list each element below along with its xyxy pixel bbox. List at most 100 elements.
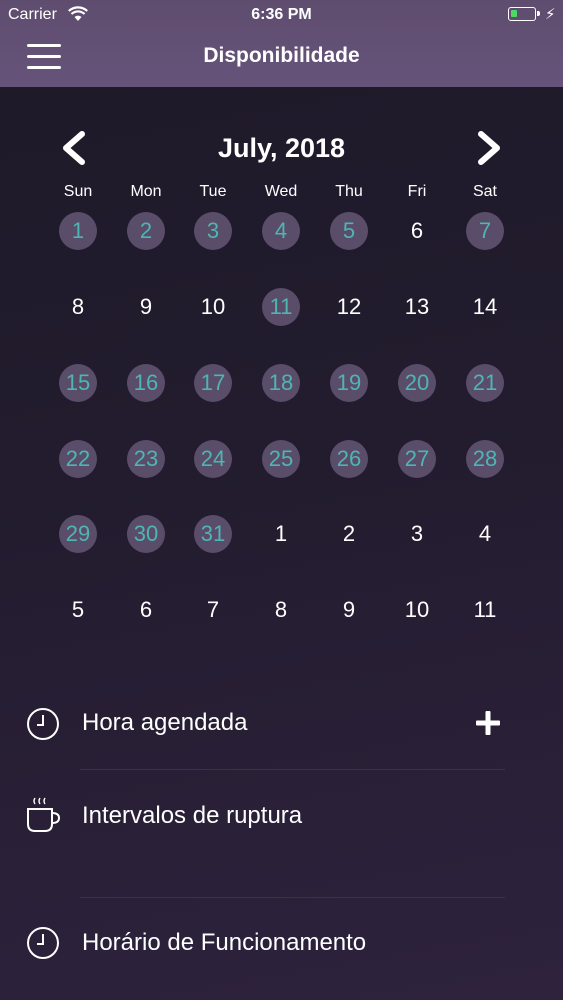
divider <box>80 897 505 898</box>
day-number: 29 <box>65 521 91 546</box>
calendar-day-available[interactable]: 24 <box>179 439 247 479</box>
calendar-day[interactable]: 3 <box>383 514 451 554</box>
day-number: 13 <box>404 294 430 319</box>
calendar-day[interactable]: 5 <box>44 590 112 630</box>
day-number: 4 <box>274 218 288 243</box>
day-number: 31 <box>200 521 226 546</box>
weekday-label: Mon <box>130 183 162 200</box>
weekday-label: Thu <box>335 183 363 200</box>
day-number: 6 <box>410 218 424 243</box>
day-number: 17 <box>200 370 226 395</box>
day-number: 10 <box>404 597 430 622</box>
status-time: 6:36 PM <box>251 6 312 23</box>
plus-icon[interactable] <box>472 707 504 739</box>
day-number: 7 <box>478 218 492 243</box>
calendar-day[interactable]: 2 <box>315 514 383 554</box>
calendar-day[interactable]: 8 <box>44 287 112 327</box>
calendar-day[interactable]: 13 <box>383 287 451 327</box>
day-number: 2 <box>342 521 356 546</box>
weekday-label: Tue <box>199 183 227 200</box>
scheduled-time-label: Hora agendada <box>82 709 248 736</box>
day-number: 5 <box>71 597 85 622</box>
calendar-day[interactable]: 11 <box>451 590 519 630</box>
day-number: 26 <box>336 446 362 471</box>
day-number: 1 <box>71 218 85 243</box>
business-hours-label: Horário de Funcionamento <box>82 929 367 956</box>
calendar-day-available[interactable]: 27 <box>383 439 451 479</box>
calendar-day-available[interactable]: 7 <box>451 211 519 251</box>
day-number: 22 <box>65 446 91 471</box>
business-hours-row[interactable]: Horário de Funcionamento <box>0 919 563 965</box>
day-number: 21 <box>472 370 498 395</box>
page-title: Disponibilidade <box>203 44 360 67</box>
weekday-label: Fri <box>407 183 427 200</box>
calendar-day[interactable]: 6 <box>383 211 451 251</box>
calendar-day-available[interactable]: 17 <box>179 363 247 403</box>
day-number: 28 <box>472 446 498 471</box>
weekday-label: Sat <box>472 183 497 200</box>
day-number: 1 <box>274 521 288 546</box>
calendar-day-available[interactable]: 28 <box>451 439 519 479</box>
day-number: 3 <box>410 521 424 546</box>
day-number: 27 <box>404 446 430 471</box>
calendar-day[interactable]: 1 <box>247 514 315 554</box>
calendar-day[interactable]: 8 <box>247 590 315 630</box>
calendar-day[interactable]: 4 <box>451 514 519 554</box>
day-number: 19 <box>336 370 362 395</box>
calendar-day-available[interactable]: 29 <box>44 514 112 554</box>
calendar-day[interactable]: 10 <box>383 590 451 630</box>
day-number: 8 <box>71 294 85 319</box>
calendar-day-available[interactable]: 25 <box>247 439 315 479</box>
break-intervals-label: Intervalos de ruptura <box>82 802 303 829</box>
calendar-day-available[interactable]: 4 <box>247 211 315 251</box>
day-number: 11 <box>269 294 293 319</box>
day-number: 2 <box>139 218 153 243</box>
calendar-day-available[interactable]: 31 <box>179 514 247 554</box>
calendar-day[interactable]: 12 <box>315 287 383 327</box>
day-number: 23 <box>133 446 159 471</box>
calendar-day-available[interactable]: 26 <box>315 439 383 479</box>
calendar-day[interactable]: 6 <box>112 590 180 630</box>
clock-icon <box>27 708 59 740</box>
weekday-label: Sun <box>63 183 93 200</box>
calendar-day-available[interactable]: 18 <box>247 363 315 403</box>
calendar-day-available[interactable]: 16 <box>112 363 180 403</box>
day-number: 9 <box>342 597 356 622</box>
calendar-day[interactable]: 9 <box>112 287 180 327</box>
calendar-day-available[interactable]: 5 <box>315 211 383 251</box>
clock-icon <box>27 927 59 959</box>
calendar-day-available[interactable]: 15 <box>44 363 112 403</box>
weekday-label: Wed <box>264 183 298 200</box>
break-intervals-row[interactable]: Intervalos de ruptura <box>0 792 563 838</box>
day-number: 4 <box>478 521 492 546</box>
calendar-day-available[interactable]: 23 <box>112 439 180 479</box>
calendar-day[interactable]: 10 <box>179 287 247 327</box>
day-number: 7 <box>206 597 220 622</box>
day-number: 10 <box>200 294 226 319</box>
coffee-cup-icon <box>27 797 61 832</box>
day-number: 24 <box>200 446 226 471</box>
calendar-day[interactable]: 9 <box>315 590 383 630</box>
divider <box>80 769 505 770</box>
calendar-day[interactable]: 14 <box>451 287 519 327</box>
charging-bolt-icon: ⚡︎ <box>545 6 556 23</box>
battery-icon <box>508 7 540 21</box>
calendar-day-available[interactable]: 20 <box>383 363 451 403</box>
calendar-day-available[interactable]: 3 <box>179 211 247 251</box>
calendar-day-available[interactable]: 2 <box>112 211 180 251</box>
calendar-day-available[interactable]: 22 <box>44 439 112 479</box>
day-number: 5 <box>342 218 356 243</box>
calendar-day[interactable]: 7 <box>179 590 247 630</box>
battery-level <box>511 10 517 17</box>
day-number: 16 <box>133 370 159 395</box>
day-number: 15 <box>65 370 91 395</box>
calendar-day-available[interactable]: 19 <box>315 363 383 403</box>
calendar-day-available[interactable]: 1 <box>44 211 112 251</box>
calendar-day-available[interactable]: 21 <box>451 363 519 403</box>
calendar-day-available[interactable]: 11 <box>247 287 315 327</box>
status-bar: Carrier 6:36 PM ⚡︎ <box>0 0 563 30</box>
day-number: 14 <box>472 294 498 319</box>
calendar-day-available[interactable]: 30 <box>112 514 180 554</box>
chevron-right-icon[interactable] <box>475 128 505 168</box>
day-number: 30 <box>133 521 159 546</box>
